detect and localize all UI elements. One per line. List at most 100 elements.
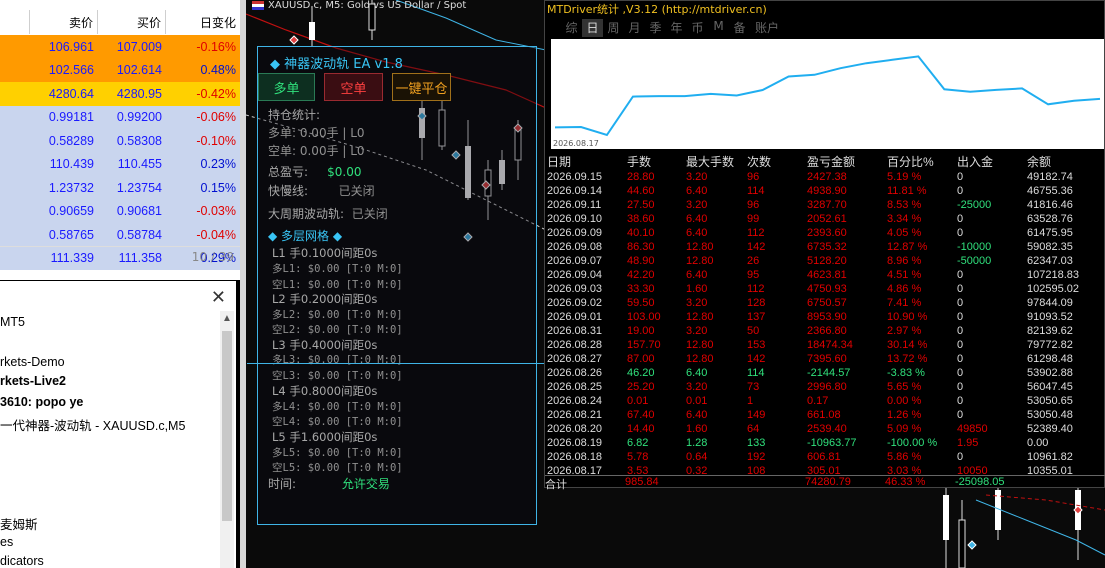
table-cell: 62347.03: [1027, 255, 1073, 267]
table-cell: 0: [957, 185, 964, 197]
table-cell: 1.95: [957, 437, 979, 449]
navigator-scrollbar[interactable]: ▲: [220, 311, 234, 568]
table-cell: 112: [747, 227, 765, 239]
table-cell: 49850: [957, 423, 988, 435]
stats-tab[interactable]: 周: [603, 19, 624, 37]
table-cell: 1.60: [686, 283, 708, 295]
table-cell: 2026.08.26: [547, 367, 603, 379]
nav-item-experts[interactable]: es: [0, 535, 13, 549]
change-cell: -0.04%: [196, 227, 236, 242]
chart-title: XAUUSD.c, M5: Gold vs US Dollar / Spot: [252, 0, 466, 11]
table-cell: 0.01: [627, 395, 649, 407]
stats-tab[interactable]: 账户: [750, 19, 784, 37]
table-row: 2026.08.24 0.01 0.01 1 0.17 0.00 % 0 53050.65: [547, 394, 1097, 408]
table-cell: 50: [747, 325, 760, 337]
fast-slow-value: 已关闭: [338, 184, 375, 198]
sell-button[interactable]: 空单: [324, 73, 383, 101]
change-cell: -0.42%: [196, 86, 236, 101]
stats-tab[interactable]: 备: [729, 19, 750, 37]
table-cell: 12.80: [686, 311, 714, 323]
bid-col-header[interactable]: 买价: [98, 10, 166, 34]
table-cell: -10000: [957, 241, 992, 253]
scroll-thumb[interactable]: [222, 331, 232, 521]
trade-time-label: 时间:: [268, 477, 297, 491]
table-cell: 4750.93: [807, 283, 847, 295]
column-header: 余额: [1027, 155, 1052, 169]
nav-item-platform[interactable]: MT5: [0, 315, 25, 329]
market-watch-row[interactable]: 1.23732 1.23754 0.15%: [0, 176, 240, 200]
symbol-col-header[interactable]: [0, 10, 30, 34]
nav-item-live-server[interactable]: rkets-Live2: [0, 374, 66, 388]
bid-cell: 0.58765: [48, 227, 94, 242]
market-watch-row[interactable]: 4280.64 4280.95 -0.42%: [0, 82, 240, 106]
table-cell: 87.00: [627, 353, 655, 365]
table-cell: 4938.90: [807, 185, 847, 197]
market-watch-header: 卖价 买价 日变化: [0, 10, 240, 34]
market-watch-row[interactable]: 102.566 102.614 0.48%: [0, 58, 240, 82]
stats-tab[interactable]: 月: [624, 19, 645, 37]
market-watch-row[interactable]: 0.90659 0.90681 -0.03%: [0, 199, 240, 223]
market-watch-row[interactable]: 110.439 110.455 0.23%: [0, 152, 240, 176]
table-cell: 2026.08.24: [547, 395, 603, 407]
ask-cell: 102.614: [116, 63, 162, 78]
table-cell: 14.40: [627, 423, 655, 435]
total-cell: 合计: [545, 479, 567, 491]
table-cell: 3287.70: [807, 199, 847, 211]
buy-button[interactable]: 多单: [258, 73, 315, 101]
scroll-up-icon[interactable]: ▲: [222, 313, 232, 324]
change-col-header[interactable]: 日变化: [166, 10, 240, 34]
ask-cell: 0.99200: [116, 110, 162, 125]
close-all-button[interactable]: 一键平仓: [392, 73, 451, 101]
table-cell: 61298.48: [1027, 353, 1073, 365]
nav-item-group[interactable]: 麦姆斯: [0, 514, 38, 533]
ask-col-header[interactable]: 卖价: [30, 10, 98, 34]
grid-level-2-head: L2 手0.2000间距0s: [272, 292, 378, 306]
table-cell: 96: [747, 171, 760, 183]
bid-cell: 110.439: [49, 157, 94, 172]
market-watch-row[interactable]: 0.99181 0.99200 -0.06%: [0, 105, 240, 129]
nav-item-demo-server[interactable]: rkets-Demo: [0, 355, 65, 369]
table-row: 2026.08.28 157.70 12.80 153 18474.34 30.14 % 0…: [547, 338, 1097, 352]
table-cell: 133: [747, 437, 766, 449]
table-cell: 5.86 %: [887, 451, 922, 463]
table-cell: 661.08: [807, 409, 841, 421]
table-cell: 0: [957, 171, 964, 183]
stats-tab[interactable]: 日: [582, 19, 603, 37]
divider-line: [247, 363, 550, 364]
table-cell: 0: [957, 339, 964, 351]
table-cell: 2026.09.01: [547, 311, 603, 323]
table-cell: -2144.57: [807, 367, 851, 379]
nav-item-account[interactable]: 3610: popo ye: [0, 395, 83, 409]
table-cell: 12.80: [686, 339, 714, 351]
table-cell: 2026.09.07: [547, 255, 603, 267]
table-row: 2026.08.27 87.00 12.80 142 7395.60 13.72 % 0 61…: [547, 352, 1097, 366]
stats-tab[interactable]: 币: [687, 19, 708, 37]
table-cell: 0: [957, 297, 964, 309]
table-row: 2026.09.11 27.50 3.20 96 3287.70 8.53 % -25000…: [547, 198, 1097, 212]
table-cell: 2026.09.14: [547, 185, 603, 197]
table-cell: 2052.61: [807, 213, 847, 225]
table-cell: 53050.48: [1027, 409, 1073, 421]
market-watch-row[interactable]: 106.961 107.009 -0.16%: [0, 35, 240, 59]
close-icon[interactable]: ✕: [211, 287, 226, 308]
table-cell: 30.14 %: [887, 339, 928, 351]
table-cell: 5.19 %: [887, 171, 922, 183]
nav-item-expert[interactable]: 一代神器-波动轨 - XAUUSD.c,M5: [0, 415, 185, 434]
nav-item-indicators[interactable]: dicators: [0, 554, 44, 568]
table-cell: 3.20: [686, 381, 708, 393]
table-cell: 142: [747, 353, 766, 365]
table-cell: 5.09 %: [887, 423, 922, 435]
stats-tab[interactable]: M: [708, 19, 729, 37]
stats-tab[interactable]: 年: [666, 19, 687, 37]
table-cell: 99: [747, 213, 760, 225]
trade-time-value: 允许交易: [341, 477, 390, 491]
table-cell: 19.00: [627, 325, 655, 337]
market-watch-row[interactable]: 0.58765 0.58784 -0.04%: [0, 223, 240, 247]
table-cell: 4.51 %: [887, 269, 922, 281]
market-watch-row[interactable]: 0.58289 0.58308 -0.10%: [0, 129, 240, 153]
table-cell: 8.53 %: [887, 199, 922, 211]
stats-tab[interactable]: 季: [645, 19, 666, 37]
stats-tab[interactable]: 综: [561, 19, 582, 37]
graph-start-date: 2026.08.17: [553, 139, 599, 148]
candle: [958, 519, 966, 568]
